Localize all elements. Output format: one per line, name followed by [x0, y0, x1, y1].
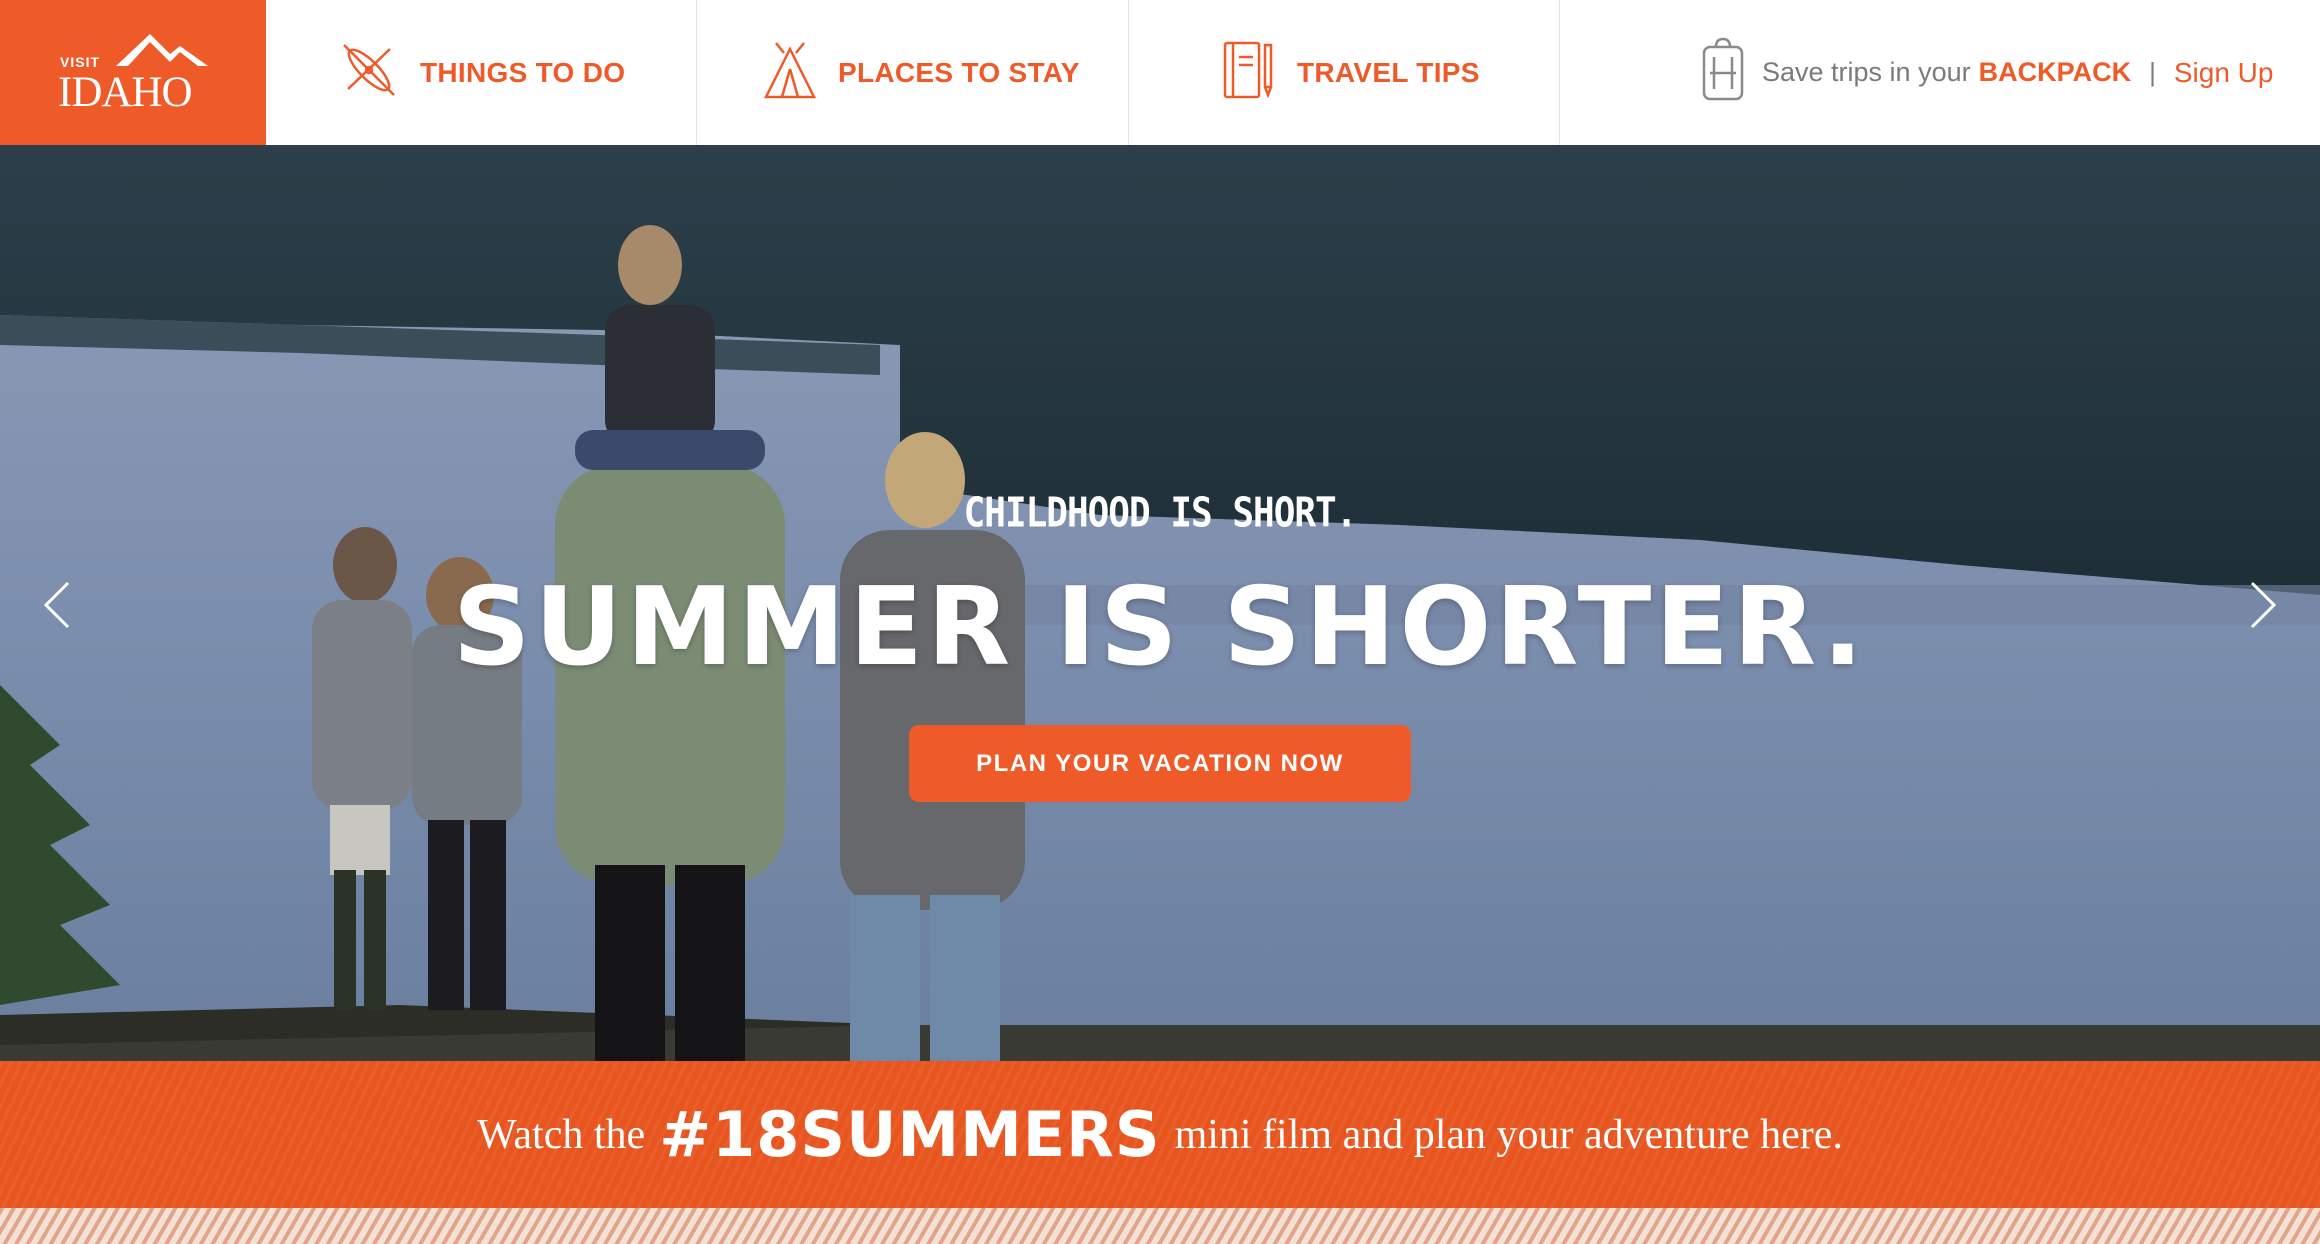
nav-label: THINGS TO DO: [420, 56, 626, 88]
site-header: VISIT IDAHO THINGS TO DO PLACES TO STAY: [0, 0, 2320, 145]
visit-idaho-logo[interactable]: VISIT IDAHO: [0, 0, 266, 145]
carousel-prev-button[interactable]: [38, 575, 78, 635]
nav-things-to-do[interactable]: THINGS TO DO: [266, 0, 697, 145]
18summers-promo-banner[interactable]: Watch the #18SUMMERS mini film and plan …: [0, 1061, 2320, 1208]
hero-headline: SUMMER IS SHORTER.: [452, 565, 1868, 690]
account-area: Save trips in your BACKPACK | Sign Up: [1560, 0, 2320, 145]
backpack-link[interactable]: BACKPACK: [1979, 57, 2132, 88]
notebook-icon: [1221, 39, 1277, 106]
hero-carousel: CHILDHOOD IS SHORT. SUMMER IS SHORTER. P…: [0, 145, 2320, 1061]
sign-up-link[interactable]: Sign Up: [2174, 57, 2274, 89]
promo-pre-text: Watch the: [477, 1111, 646, 1158]
decorative-pattern-strip: [0, 1208, 2320, 1244]
hero-subtitle: CHILDHOOD IS SHORT.: [963, 489, 1358, 538]
chevron-left-icon: [43, 581, 70, 629]
promo-post-text: mini film and plan your adventure here.: [1174, 1111, 1843, 1158]
backpack-icon: [1700, 37, 1746, 108]
nav-travel-tips[interactable]: TRAVEL TIPS: [1129, 0, 1560, 145]
nav-label: TRAVEL TIPS: [1297, 56, 1480, 88]
chevron-right-icon: [2250, 581, 2277, 629]
carousel-next-button[interactable]: [2242, 575, 2282, 635]
account-divider: |: [2149, 57, 2156, 87]
promo-hashtag: #18SUMMERS: [659, 1098, 1161, 1171]
save-trips-text: Save trips in your: [1762, 57, 1971, 87]
kayak-icon: [338, 39, 400, 106]
plan-vacation-button[interactable]: PLAN YOUR VACATION NOW: [909, 725, 1411, 802]
nav-places-to-stay[interactable]: PLACES TO STAY: [697, 0, 1129, 145]
logo-idaho-text: IDAHO: [58, 69, 193, 116]
nav-label: PLACES TO STAY: [838, 56, 1080, 88]
hero-copy: CHILDHOOD IS SHORT. SUMMER IS SHORTER. P…: [0, 145, 2320, 1061]
tent-icon: [762, 39, 818, 106]
